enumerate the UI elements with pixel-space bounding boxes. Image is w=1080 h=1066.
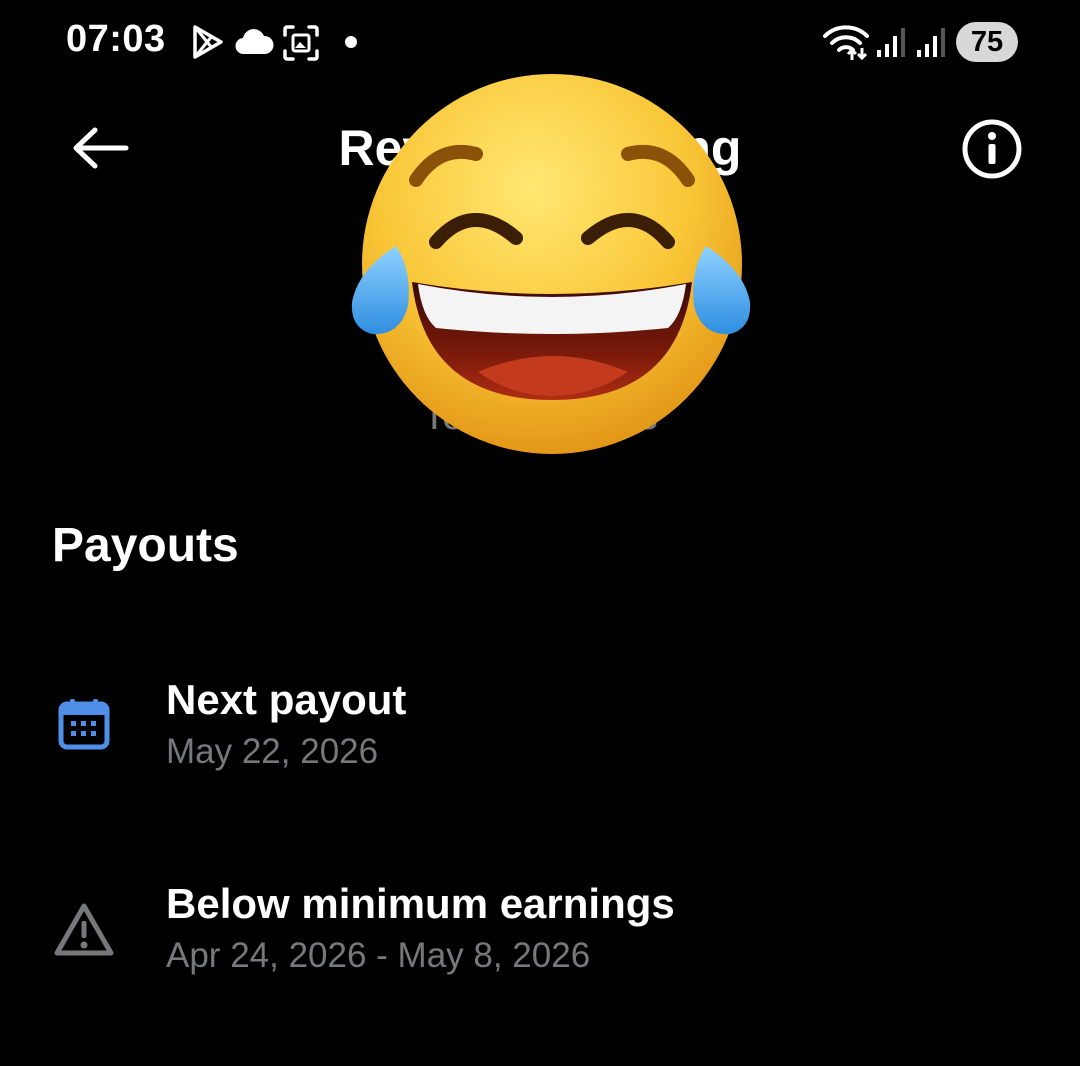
calendar-icon [52,692,116,756]
info-icon [962,119,1022,179]
dot-icon [344,35,358,54]
next-payout-title: Next payout [166,676,407,723]
play-store-icon [190,24,226,65]
below-minimum-row[interactable]: Below minimum earnings Apr 24, 2026 - Ma… [0,874,1080,994]
warning-icon [52,898,116,962]
payouts-heading: Payouts [52,519,239,572]
signal-icon [876,26,906,63]
cloud-icon [234,28,274,61]
next-payout-row[interactable]: Next payout May 22, 2026 [0,670,1080,790]
info-button[interactable] [960,117,1024,181]
below-minimum-title: Below minimum earnings [166,880,675,927]
next-payout-date: May 22, 2026 [166,732,379,771]
laughing-emoji-sticker [348,70,756,458]
battery-indicator: 75 [956,22,1018,62]
below-minimum-date-range: Apr 24, 2026 - May 8, 2026 [166,936,591,975]
signal-icon [916,26,946,63]
wifi-icon [822,24,870,67]
screenshot-icon [282,24,320,67]
status-time: 07:03 [66,18,166,60]
revenue-sharing-screen: 07:03 75 Payouts Next payout May 22, 202… [0,0,1080,1066]
